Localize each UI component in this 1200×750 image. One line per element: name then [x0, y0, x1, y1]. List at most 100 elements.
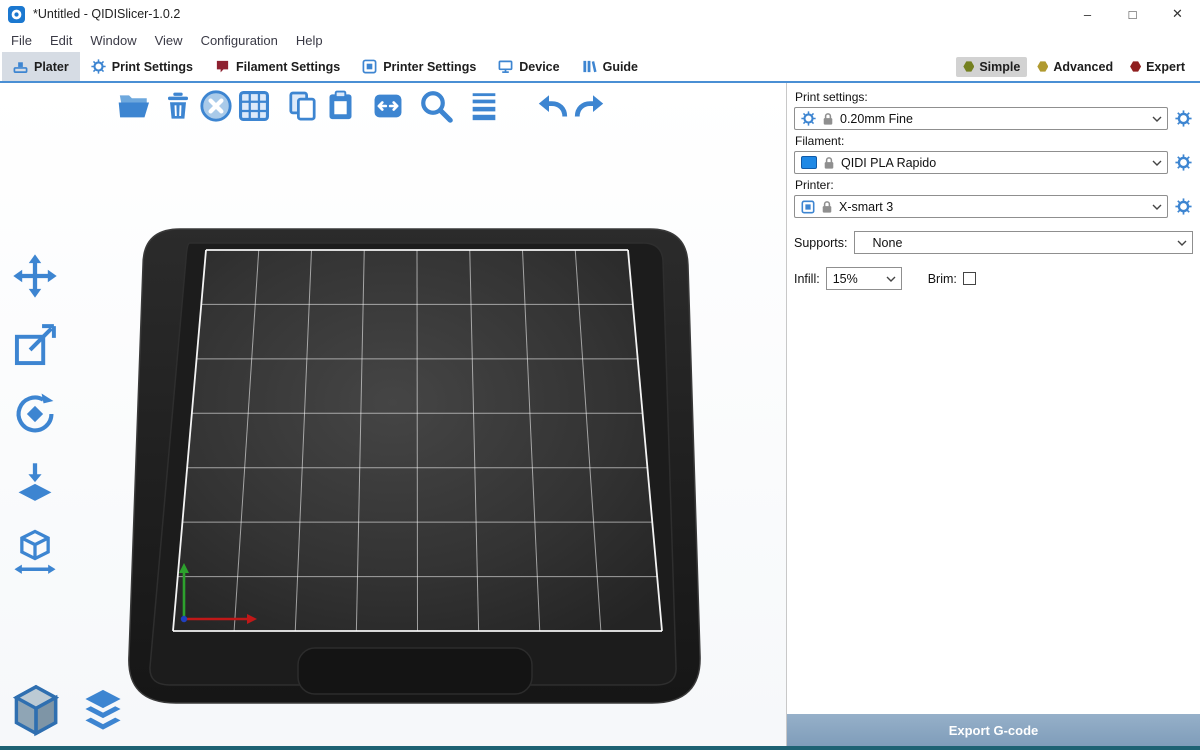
rotate-tool-button[interactable]: [10, 389, 60, 439]
close-button[interactable]: ✕: [1155, 0, 1200, 28]
preview-layers-button[interactable]: [76, 684, 130, 740]
trash-icon: [162, 89, 194, 123]
rotate-icon: [12, 391, 58, 437]
move-icon: [12, 253, 58, 299]
menu-edit[interactable]: Edit: [41, 28, 81, 52]
tab-printer-settings[interactable]: Printer Settings: [351, 52, 487, 81]
filament-gear-button[interactable]: [1173, 153, 1193, 173]
tab-bar: Plater Print Settings Filament Settings …: [0, 52, 1200, 83]
measure-icon: [12, 529, 58, 575]
chevron-down-icon: [1152, 160, 1162, 166]
titlebar: *Untitled - QIDISlicer-1.0.2 – □ ✕: [0, 0, 1200, 28]
menu-file[interactable]: File: [2, 28, 41, 52]
printer-combo[interactable]: X-smart 3: [794, 195, 1168, 218]
open-project-button[interactable]: [115, 87, 153, 125]
tab-print-settings[interactable]: Print Settings: [80, 52, 204, 81]
viewport-3d[interactable]: [0, 83, 786, 746]
layers-icon: [78, 686, 128, 738]
maximize-button[interactable]: □: [1110, 0, 1155, 28]
brim-checkbox[interactable]: [963, 272, 976, 285]
editor-view-button[interactable]: [6, 678, 66, 740]
chevron-down-icon: [1177, 240, 1187, 246]
mode-expert[interactable]: Expert: [1123, 57, 1192, 77]
delete-all-button[interactable]: [197, 87, 235, 125]
simple-mode-icon: [963, 61, 974, 72]
tab-filament-settings[interactable]: Filament Settings: [204, 52, 351, 81]
menu-view[interactable]: View: [146, 28, 192, 52]
supports-combo[interactable]: None: [854, 231, 1193, 254]
delete-all-icon: [199, 89, 233, 123]
cube-3d-icon: [8, 680, 64, 738]
tab-label: Filament Settings: [236, 60, 340, 74]
printer-gear-button[interactable]: [1173, 197, 1193, 217]
copy-button[interactable]: [283, 87, 321, 125]
gear-icon: [1175, 198, 1192, 215]
delete-button[interactable]: [159, 87, 197, 125]
mode-switcher: Simple Advanced Expert: [956, 52, 1200, 81]
window-controls: – □ ✕: [1065, 0, 1200, 28]
mode-advanced[interactable]: Advanced: [1030, 57, 1120, 77]
bed-handle: [298, 648, 532, 694]
printer-icon: [801, 200, 815, 214]
device-icon: [498, 59, 513, 74]
tab-plater[interactable]: Plater: [2, 52, 80, 81]
mode-label: Simple: [979, 60, 1020, 74]
redo-button[interactable]: [571, 87, 609, 125]
paste-button[interactable]: [321, 87, 359, 125]
paste-icon: [324, 89, 357, 123]
view-toggle: [6, 678, 130, 740]
print-settings-combo[interactable]: 0.20mm Fine: [794, 107, 1168, 130]
tab-label: Printer Settings: [383, 60, 476, 74]
mode-label: Advanced: [1053, 60, 1113, 74]
brim-label: Brim:: [928, 272, 957, 286]
split-button[interactable]: [369, 87, 407, 125]
search-button[interactable]: [417, 87, 455, 125]
infill-label: Infill:: [794, 272, 820, 286]
scale-tool-button[interactable]: [10, 320, 60, 370]
preset-gear-icon: [801, 111, 816, 126]
menu-help[interactable]: Help: [287, 28, 332, 52]
split-icon: [371, 89, 405, 123]
arrange-button[interactable]: [235, 87, 273, 125]
expert-mode-icon: [1130, 61, 1141, 72]
filament-combo[interactable]: QIDI PLA Rapido: [794, 151, 1168, 174]
window-title: *Untitled - QIDISlicer-1.0.2: [33, 7, 180, 21]
printer-value: X-smart 3: [839, 200, 1146, 214]
filament-color-swatch: [801, 156, 817, 169]
tab-label: Plater: [34, 60, 69, 74]
menu-bar: File Edit Window View Configuration Help: [0, 28, 1200, 52]
search-icon: [418, 88, 454, 124]
measure-tool-button[interactable]: [10, 527, 60, 577]
plater-icon: [13, 59, 28, 74]
app-window: *Untitled - QIDISlicer-1.0.2 – □ ✕ File …: [0, 0, 1200, 750]
tab-label: Guide: [603, 60, 638, 74]
tab-device[interactable]: Device: [487, 52, 570, 81]
copy-icon: [286, 89, 319, 123]
arrange-icon: [237, 89, 271, 123]
printer-settings-icon: [362, 59, 377, 74]
undo-icon: [534, 88, 570, 124]
chevron-down-icon: [1152, 116, 1162, 122]
export-gcode-button[interactable]: Export G-code: [787, 714, 1200, 746]
variable-layer-height-button[interactable]: [465, 87, 503, 125]
app-logo-icon: [8, 6, 25, 23]
infill-combo[interactable]: 15%: [826, 267, 902, 290]
minimize-button[interactable]: –: [1065, 0, 1110, 28]
infill-value: 15%: [833, 272, 886, 286]
tab-guide[interactable]: Guide: [571, 52, 649, 81]
tab-label: Device: [519, 60, 559, 74]
supports-value: None: [873, 236, 1177, 250]
chevron-down-icon: [1152, 204, 1162, 210]
object-toolbar: [115, 87, 609, 125]
mode-simple[interactable]: Simple: [956, 57, 1027, 77]
print-settings-label: Print settings:: [795, 90, 1193, 104]
filament-label: Filament:: [795, 134, 1193, 148]
undo-button[interactable]: [533, 87, 571, 125]
menu-window[interactable]: Window: [81, 28, 145, 52]
place-on-face-tool-button[interactable]: [10, 458, 60, 508]
gear-icon: [1175, 110, 1192, 127]
gear-icon: [1175, 154, 1192, 171]
menu-configuration[interactable]: Configuration: [192, 28, 287, 52]
move-tool-button[interactable]: [10, 251, 60, 301]
print-settings-gear-button[interactable]: [1173, 109, 1193, 129]
